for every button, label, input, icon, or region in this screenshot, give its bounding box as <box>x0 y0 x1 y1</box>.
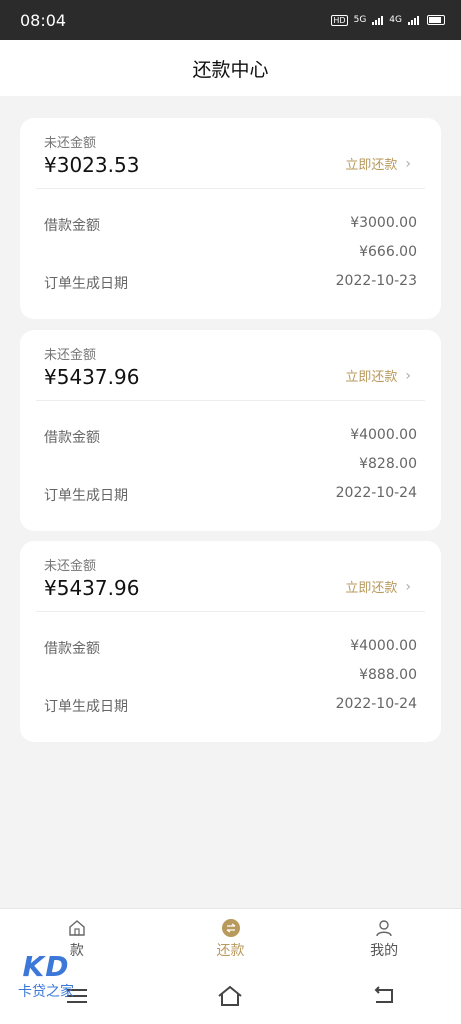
order-date-value: 2022-10-24 <box>335 485 417 501</box>
tab-profile-label: 我的 <box>370 943 399 959</box>
home-nav-button[interactable] <box>210 981 250 1011</box>
extra-amount-value: ¥666.00 <box>359 244 417 260</box>
extra-amount-row: ¥828.00 <box>44 456 417 472</box>
repay-now-button[interactable]: 立即还款 › <box>345 366 411 386</box>
loan-amount-row: 借款金额 ¥4000.00 <box>44 638 417 658</box>
profile-icon <box>374 918 394 938</box>
loan-amount-row: 借款金额 ¥3000.00 <box>44 215 417 235</box>
loan-amount-value: ¥4000.00 <box>350 427 417 443</box>
home-icon <box>67 918 87 938</box>
unpaid-label: 未还金额 <box>44 136 97 151</box>
extra-amount-row: ¥888.00 <box>44 667 417 683</box>
network-5g-label: 5G <box>353 15 367 25</box>
loan-card: 未还金额 ¥5437.96 立即还款 › 借款金额 ¥4000.00 ¥828.… <box>20 330 441 531</box>
signal-icon <box>372 15 384 25</box>
loan-amount-label: 借款金额 <box>44 641 100 657</box>
repay-now-label: 立即还款 <box>345 158 398 173</box>
watermark-logo-text: KD <box>22 950 70 983</box>
divider <box>36 188 425 189</box>
loan-amount-row: 借款金额 ¥4000.00 <box>44 427 417 447</box>
home-nav-icon <box>218 985 243 1006</box>
watermark-logo: KD 卡贷之家 <box>6 950 86 1010</box>
order-date-value: 2022-10-23 <box>335 273 417 289</box>
status-icons: HD 5G 4G <box>331 14 445 26</box>
extra-amount-value: ¥828.00 <box>359 456 417 472</box>
repay-now-button[interactable]: 立即还款 › <box>345 577 411 597</box>
repay-icon <box>221 918 241 938</box>
loan-card: 未还金额 ¥3023.53 立即还款 › 借款金额 ¥3000.00 ¥666.… <box>20 118 441 319</box>
order-date-label: 订单生成日期 <box>44 276 128 292</box>
loan-amount-label: 借款金额 <box>44 218 100 234</box>
extra-amount-value: ¥888.00 <box>359 667 417 683</box>
unpaid-amount: ¥5437.96 <box>44 365 140 389</box>
tab-repay-label: 还款 <box>216 943 245 959</box>
repay-now-button[interactable]: 立即还款 › <box>345 154 411 174</box>
back-icon <box>374 986 394 1003</box>
extra-amount-row: ¥666.00 <box>44 244 417 260</box>
order-date-row: 订单生成日期 2022-10-24 <box>44 485 417 505</box>
tab-repay[interactable]: 还款 <box>154 909 308 969</box>
signal-icon-2 <box>408 15 419 25</box>
unpaid-amount: ¥3023.53 <box>44 153 140 177</box>
repay-now-label: 立即还款 <box>345 370 398 385</box>
network-4g-label: 4G <box>389 15 402 25</box>
chevron-right-icon: › <box>405 367 411 384</box>
order-date-label: 订单生成日期 <box>44 699 128 715</box>
unpaid-label: 未还金额 <box>44 559 97 574</box>
tab-profile[interactable]: 我的 <box>307 909 461 969</box>
order-date-value: 2022-10-24 <box>335 696 417 712</box>
divider <box>36 400 425 401</box>
loan-amount-label: 借款金额 <box>44 430 100 446</box>
page-header: 还款中心 <box>0 40 461 96</box>
loan-card: 未还金额 ¥5437.96 立即还款 › 借款金额 ¥4000.00 ¥888.… <box>20 541 441 742</box>
order-date-row: 订单生成日期 2022-10-24 <box>44 696 417 716</box>
back-button[interactable] <box>364 981 404 1011</box>
loan-amount-value: ¥3000.00 <box>350 215 417 231</box>
order-date-label: 订单生成日期 <box>44 488 128 504</box>
chevron-right-icon: › <box>405 578 411 595</box>
status-time: 08:04 <box>20 10 67 30</box>
repay-now-label: 立即还款 <box>345 581 398 596</box>
page-title: 还款中心 <box>192 58 269 81</box>
loan-amount-value: ¥4000.00 <box>350 638 417 654</box>
battery-icon <box>427 15 445 25</box>
watermark-text: 卡贷之家 <box>18 984 74 1000</box>
unpaid-label: 未还金额 <box>44 348 97 363</box>
status-bar: 08:04 HD 5G 4G <box>0 0 461 40</box>
order-date-row: 订单生成日期 2022-10-23 <box>44 273 417 293</box>
unpaid-amount: ¥5437.96 <box>44 576 140 600</box>
chevron-right-icon: › <box>405 155 411 172</box>
hd-icon: HD <box>331 14 348 26</box>
divider <box>36 611 425 612</box>
